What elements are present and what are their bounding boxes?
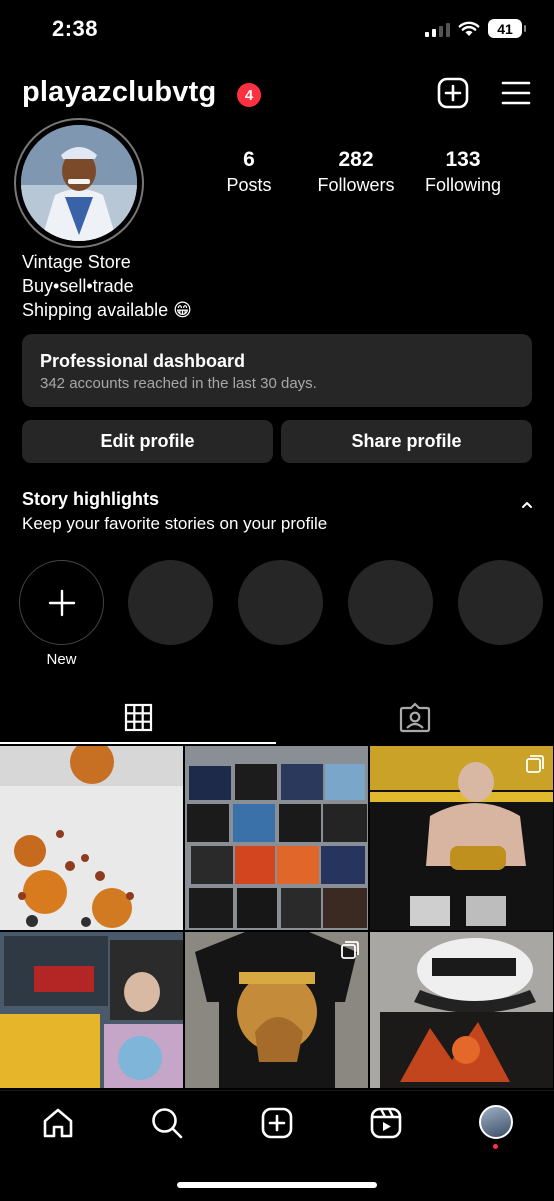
status-time: 2:38 — [52, 16, 99, 41]
posts-count: 6 — [243, 148, 255, 171]
carousel-icon — [526, 755, 544, 773]
stat-following[interactable]: 133 Following — [418, 148, 508, 198]
edit-profile-button[interactable]: Edit profile — [22, 420, 273, 463]
plus-icon — [48, 589, 75, 616]
create-icon[interactable] — [260, 1106, 294, 1140]
followers-label: Followers — [317, 175, 395, 195]
post-thumbnail[interactable] — [0, 932, 183, 1088]
stat-posts[interactable]: 6 Posts — [218, 148, 280, 198]
following-label: Following — [424, 175, 502, 195]
signal-icon — [425, 21, 450, 37]
status-indicators: 41 — [425, 19, 526, 38]
highlight-placeholder — [348, 560, 433, 645]
bio-line: Vintage Store — [22, 252, 131, 272]
new-highlight-label: New — [46, 651, 77, 668]
profile-tab-indicator — [493, 1144, 498, 1149]
grid-icon[interactable] — [124, 703, 153, 732]
post-thumbnail[interactable] — [185, 932, 368, 1088]
new-highlight-button[interactable] — [19, 560, 104, 645]
dashboard-subtitle: 342 accounts reached in the last 30 days… — [40, 375, 317, 392]
home-indicator — [177, 1182, 377, 1188]
reels-icon[interactable] — [369, 1106, 403, 1140]
highlights-title: Story highlights — [22, 489, 159, 509]
wifi-icon — [458, 21, 480, 36]
post-thumbnail[interactable] — [0, 746, 183, 930]
profile-username[interactable]: playazclubvtg — [22, 76, 216, 109]
plus-square-icon[interactable] — [436, 76, 470, 110]
menu-icon[interactable] — [499, 76, 533, 110]
highlight-placeholder — [238, 560, 323, 645]
highlight-placeholder — [128, 560, 213, 645]
post-thumbnail[interactable] — [370, 746, 553, 930]
carousel-icon — [341, 941, 359, 959]
search-icon[interactable] — [150, 1106, 184, 1140]
bio-line: Shipping available 😁 — [22, 300, 192, 320]
chevron-up-icon[interactable] — [520, 498, 534, 512]
highlight-placeholder — [458, 560, 543, 645]
battery-icon: 41 — [488, 19, 526, 38]
stat-followers[interactable]: 282 Followers — [311, 148, 401, 198]
posts-label: Posts — [226, 175, 272, 195]
followers-count: 282 — [338, 148, 374, 171]
post-thumbnail[interactable] — [370, 932, 553, 1088]
share-profile-button[interactable]: Share profile — [281, 420, 532, 463]
highlights-subtitle: Keep your favorite stories on your profi… — [22, 514, 328, 533]
professional-dashboard[interactable]: Professional dashboard 342 accounts reac… — [22, 334, 532, 407]
following-count: 133 — [445, 148, 481, 171]
profile-tab-avatar[interactable] — [479, 1105, 513, 1139]
active-tab-indicator — [0, 742, 276, 744]
bio-line: Buy•sell•trade — [22, 276, 134, 296]
post-thumbnail[interactable] — [185, 746, 368, 930]
home-icon[interactable] — [41, 1106, 75, 1140]
avatar-photo — [21, 125, 137, 241]
notification-badge: 4 — [237, 83, 261, 107]
profile-bio: Vintage Store Buy•sell•trade Shipping av… — [22, 250, 192, 322]
tagged-icon[interactable] — [399, 702, 431, 733]
dashboard-title: Professional dashboard — [40, 351, 246, 371]
profile-avatar[interactable] — [14, 118, 144, 248]
